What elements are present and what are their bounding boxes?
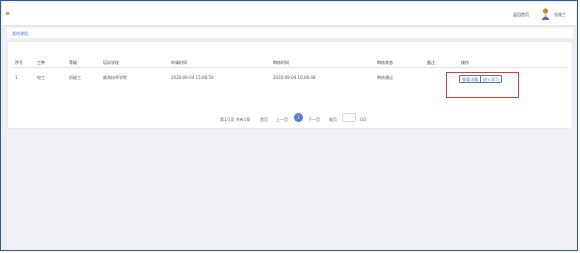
pagination-current[interactable]: 1 [294,113,303,122]
pagination-last[interactable]: 尾页 [329,117,337,123]
header-index: 序号 [15,60,23,65]
header-apply-time: 申请时间 [171,60,187,65]
breadcrumb[interactable]: 我的课程 [12,31,28,37]
page-jump-input[interactable] [342,113,356,122]
header-trade: 工种 [37,60,45,65]
header-level: 等级 [69,60,77,65]
cell-apply-time: 2020-09-04 15:06:50 [171,75,214,80]
cell-level: 初级工 [69,75,81,80]
cell-school: 威海技师学院 [103,75,127,80]
cell-index: 1 [15,75,18,80]
enter-study-button[interactable]: 进入学习 [480,75,502,83]
header-school: 培训学校 [103,60,119,65]
pagination-prev[interactable]: 上一页 [276,117,288,123]
header-remark: 备注 [427,60,435,65]
pagination-summary: 第1/1页 共有1条 [220,117,251,122]
top-bar: ≡ 返回首页 张雅兰 [2,2,576,26]
cell-status: 审核通过 [377,75,393,80]
menu-toggle-icon[interactable]: ≡ [5,10,10,17]
pagination-go-button[interactable]: GO [360,117,366,122]
pagination-first[interactable]: 首页 [260,117,268,123]
pagination-next[interactable]: 下一页 [308,117,320,123]
cell-trade: 电工 [37,75,45,80]
app-window: ≡ 返回首页 张雅兰 我的课程 序号 工种 等级 培训学校 申请时间 审核时间 … [0,0,578,251]
course-table-card: 序号 工种 等级 培训学校 申请时间 审核时间 审核状态 备注 操作 1 电工 … [7,41,573,129]
header-divider [12,67,568,68]
home-link[interactable]: 返回首页 [513,12,529,18]
username[interactable]: 张雅兰 [554,12,566,18]
header-actions: 操作 [461,60,469,65]
breadcrumb-bar: 我的课程 [7,28,573,38]
header-review-time: 审核时间 [273,60,289,65]
cell-review-time: 2020-09-04 16:06:48 [273,75,316,80]
header-status: 审核状态 [377,60,393,65]
view-details-button[interactable]: 查看详情 [459,75,481,83]
avatar[interactable] [541,8,550,20]
